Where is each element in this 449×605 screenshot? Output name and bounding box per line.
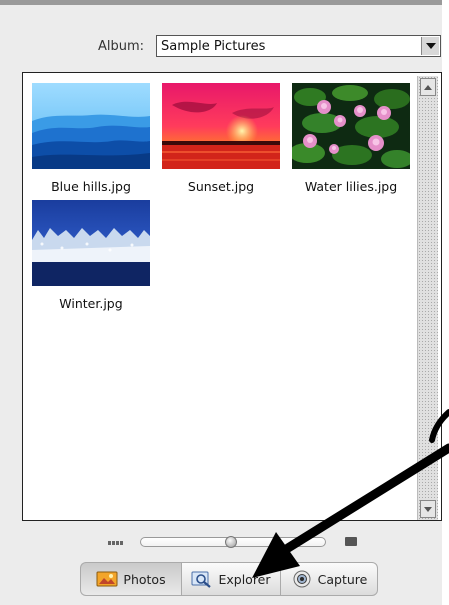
photo-thumbnail-blue-hills[interactable] (32, 83, 150, 169)
photo-gallery: Blue hills.jpg Sunset.jpg Water lilies.j… (22, 72, 442, 521)
photo-browser-panel: Album: Sample Pictures Blue hills.jpg Su… (0, 0, 442, 605)
photo-thumbnail-water-lilies[interactable] (292, 83, 410, 169)
photo-caption: Water lilies.jpg (304, 179, 398, 194)
photo-caption: Blue hills.jpg (51, 179, 131, 194)
album-dropdown[interactable]: Sample Pictures (156, 35, 441, 57)
photos-icon (96, 571, 118, 587)
tab-photos[interactable]: Photos (80, 562, 181, 596)
slider-thumb[interactable] (225, 536, 237, 548)
photo-thumbnail-winter[interactable] (32, 200, 150, 286)
photo-caption: Sunset.jpg (187, 179, 255, 194)
photo-thumbnail-sunset[interactable] (162, 83, 280, 169)
tab-explorer-label: Explorer (218, 571, 271, 587)
scroll-down-button[interactable] (420, 500, 436, 518)
chevron-up-icon (424, 84, 432, 90)
tab-photos-label: Photos (123, 571, 166, 587)
tab-capture[interactable]: Capture (280, 562, 378, 596)
tab-bar: Photos Explorer Capture (80, 562, 380, 598)
gallery-scrollbar[interactable] (417, 76, 438, 520)
capture-icon (293, 570, 311, 588)
explorer-icon (191, 571, 212, 588)
chevron-down-icon (424, 506, 432, 512)
photo-caption: Winter.jpg (59, 296, 123, 311)
album-selected-value: Sample Pictures (161, 39, 266, 54)
thumbnail-size-slider[interactable] (140, 536, 326, 548)
large-thumbnails-icon[interactable] (345, 537, 357, 546)
tab-capture-label: Capture (317, 571, 368, 587)
album-label: Album: (98, 39, 145, 54)
small-thumbnails-icon[interactable] (108, 541, 124, 545)
scroll-up-button[interactable] (420, 78, 436, 96)
tab-explorer[interactable]: Explorer (181, 562, 280, 596)
chevron-down-icon[interactable] (421, 37, 439, 55)
